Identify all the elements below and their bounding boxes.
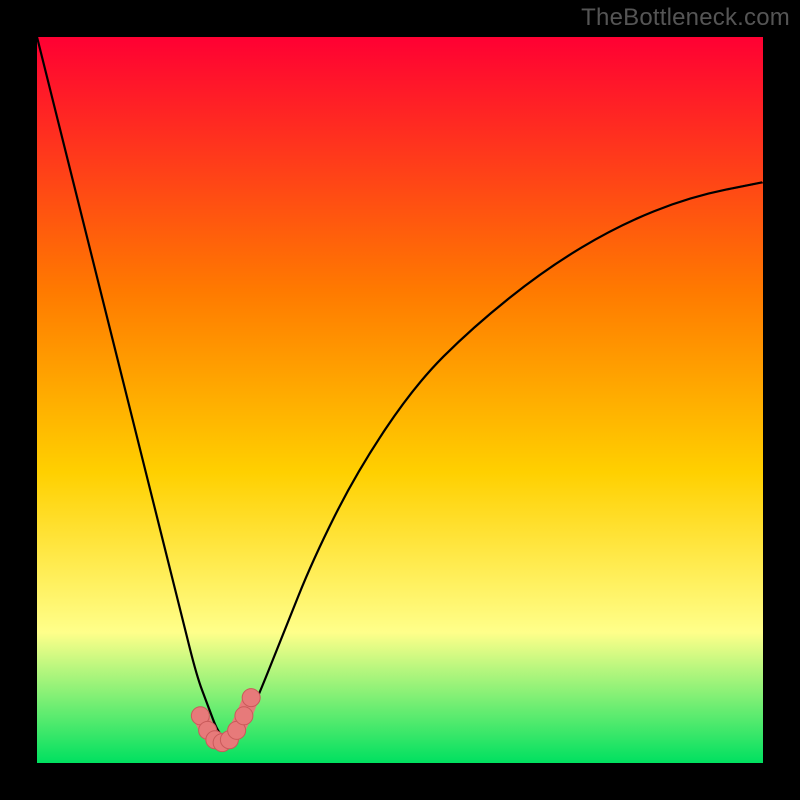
gradient-background — [37, 37, 763, 763]
minimum-marker — [235, 707, 253, 725]
attribution-text: TheBottleneck.com — [581, 4, 790, 32]
chart-frame: { "attribution": "TheBottleneck.com", "c… — [0, 0, 800, 800]
minimum-marker — [242, 689, 260, 707]
bottleneck-plot — [0, 0, 800, 800]
